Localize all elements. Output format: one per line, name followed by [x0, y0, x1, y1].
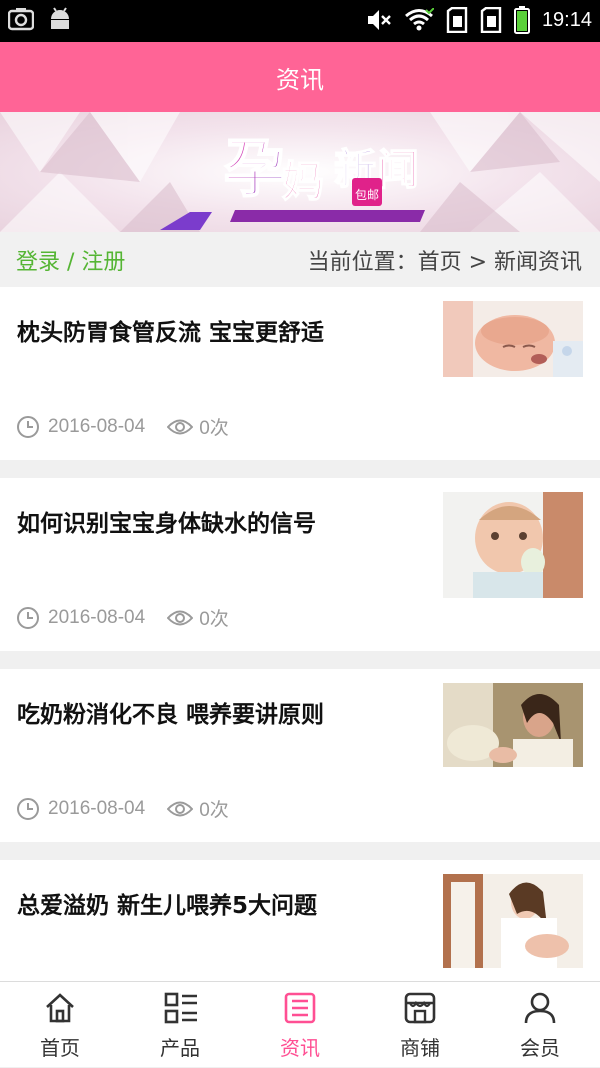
app-bar: 资讯 [0, 42, 600, 112]
status-time: 19:14 [541, 8, 592, 31]
article-meta: 2016-08-04 0次 [16, 413, 229, 440]
article-meta: 2016-08-04 0次 [16, 795, 229, 822]
baby-with-bottle-image [443, 492, 583, 598]
tab-news[interactable]: 资讯 [240, 982, 360, 1068]
breadcrumb-bar: 登录 / 注册 当前位置：首页 > 新闻资讯 [0, 232, 600, 287]
banner-logo-char-4: 闻 [377, 145, 419, 194]
article-meta: 2016-08-04 0次 [16, 604, 229, 631]
clock-icon [17, 606, 39, 629]
article-date: 2016-08-04 [48, 606, 146, 628]
banner-logo-char-2: 妈 [282, 157, 324, 206]
tab-home-label: 首页 [40, 1036, 80, 1060]
eye-icon [167, 419, 194, 434]
clock-icon [17, 415, 39, 438]
banner-logo: 孕 妈 新 闻 包邮 [222, 124, 432, 223]
battery-icon [513, 6, 530, 34]
tab-products[interactable]: 产品 [120, 982, 240, 1068]
article-card[interactable]: 如何识别宝宝身体缺水的信号 2016-08-04 0次 [0, 478, 600, 651]
products-icon [164, 992, 197, 1024]
login-register-link[interactable]: 登录 / 注册 [16, 244, 125, 276]
article-thumbnail[interactable] [443, 301, 583, 381]
article-card[interactable]: 枕头防胃食管反流 宝宝更舒适 2016-08-04 0次 [0, 287, 600, 460]
eye-icon [167, 610, 194, 625]
mother-feeding-image [443, 683, 583, 767]
article-card[interactable]: 吃奶粉消化不良 喂养要讲原则 2016-08-04 0次 [0, 669, 600, 842]
home-icon [46, 993, 74, 1023]
sim2-icon [480, 7, 502, 33]
article-title[interactable]: 总爱溢奶 新生儿喂养5大问题 [17, 886, 317, 920]
article-thumbnail[interactable] [443, 492, 583, 602]
mother-nursing-image [443, 874, 583, 968]
article-views: 0次 [199, 800, 229, 821]
eye-icon [167, 801, 194, 816]
news-icon [284, 992, 316, 1024]
tab-shop[interactable]: 商铺 [360, 982, 480, 1068]
banner-logo-char-1: 孕 [224, 132, 286, 205]
sim1-icon [446, 7, 468, 33]
article-date: 2016-08-04 [48, 797, 146, 819]
tab-shop-label: 商铺 [400, 1036, 440, 1060]
breadcrumb: 当前位置：首页 > 新闻资讯 [307, 250, 582, 275]
article-title[interactable]: 枕头防胃食管反流 宝宝更舒适 [17, 313, 324, 347]
tab-member[interactable]: 会员 [480, 982, 600, 1068]
article-thumbnail[interactable] [443, 683, 583, 771]
page-title: 资讯 [276, 65, 324, 94]
bottom-tab-bar: 首页 产品 资讯 商铺 会员 [0, 981, 600, 1067]
tab-products-label: 产品 [160, 1036, 200, 1060]
android-icon [51, 7, 69, 29]
mute-icon [367, 10, 391, 30]
article-views: 0次 [199, 418, 229, 439]
article-title[interactable]: 吃奶粉消化不良 喂养要讲原则 [17, 695, 324, 729]
tab-home[interactable]: 首页 [0, 982, 120, 1068]
clock-icon [17, 797, 39, 820]
sleeping-baby-image [443, 301, 583, 377]
status-bar: 19:14 [0, 0, 600, 42]
member-icon [524, 992, 556, 1024]
shop-icon [404, 992, 436, 1024]
article-thumbnail[interactable] [443, 874, 583, 972]
banner[interactable]: 孕 妈 新 闻 包邮 [0, 112, 600, 232]
tab-news-label: 资讯 [280, 1036, 320, 1060]
article-views: 0次 [199, 609, 229, 630]
banner-logo-badge: 包邮 [355, 188, 379, 202]
camera-icon [8, 8, 34, 31]
wifi-icon [404, 8, 434, 31]
tab-member-label: 会员 [520, 1036, 560, 1060]
article-title[interactable]: 如何识别宝宝身体缺水的信号 [17, 504, 316, 538]
article-date: 2016-08-04 [48, 415, 146, 437]
